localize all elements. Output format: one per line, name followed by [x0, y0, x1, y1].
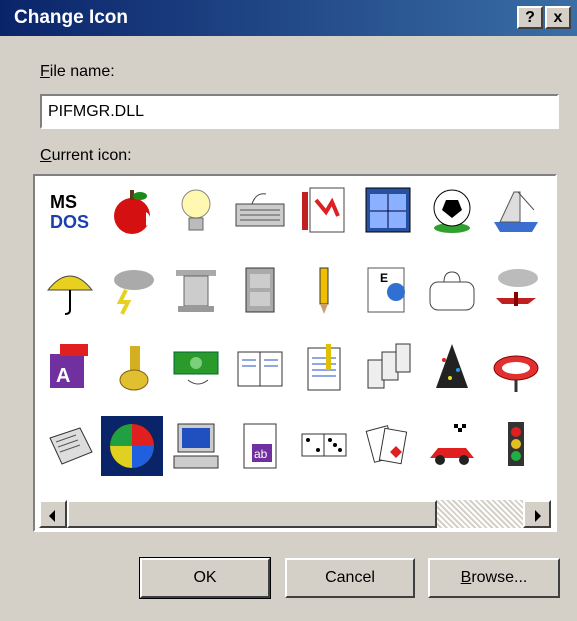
- icon-option[interactable]: [421, 416, 483, 476]
- dice-icon: [301, 433, 347, 457]
- icon-option[interactable]: [165, 260, 227, 320]
- msdos-icon: MSDOS: [48, 190, 92, 232]
- umbrella-icon: [46, 275, 94, 315]
- airplane-icon: [496, 269, 538, 306]
- icon-option[interactable]: [101, 338, 163, 398]
- horizontal-scrollbar[interactable]: [39, 500, 551, 528]
- scroll-left-button[interactable]: [39, 500, 67, 528]
- icon-option[interactable]: MS DOS: [39, 180, 101, 240]
- icon-option[interactable]: [357, 338, 419, 398]
- arrow-left-icon: [49, 510, 55, 522]
- icon-option[interactable]: [485, 416, 547, 476]
- party-hat-icon: [436, 344, 468, 388]
- icon-option[interactable]: [357, 180, 419, 240]
- paint-document-icon: [302, 187, 345, 233]
- browse-label: Browse...: [460, 569, 528, 586]
- file-name-input[interactable]: [40, 94, 559, 129]
- icon-option[interactable]: ab: [229, 416, 291, 476]
- cancel-label: Cancel: [325, 569, 375, 586]
- beach-ball-icon: [109, 423, 155, 469]
- ok-button[interactable]: OK: [139, 557, 271, 599]
- icon-option[interactable]: [293, 338, 355, 398]
- notepad-icon: [307, 344, 341, 391]
- arrow-right-icon: [535, 510, 541, 522]
- playing-cards-icon: [365, 425, 408, 465]
- newspaper-icon: [49, 427, 93, 465]
- dialog-title: Change Icon: [14, 7, 129, 28]
- icon-option[interactable]: [485, 338, 547, 398]
- traffic-light-icon: [508, 422, 524, 466]
- file-name-label: File name:: [40, 63, 115, 80]
- icon-option[interactable]: [293, 416, 355, 476]
- doctor-bag-icon: [429, 271, 475, 311]
- icon-option[interactable]: [165, 180, 227, 240]
- ok-label: OK: [193, 569, 217, 586]
- dominoes-icon: [367, 343, 411, 389]
- svg-text:DOS: DOS: [50, 212, 89, 232]
- icon-option[interactable]: [421, 260, 483, 320]
- column-icon: [176, 270, 216, 312]
- close-button[interactable]: x: [545, 6, 571, 29]
- icon-option[interactable]: [165, 338, 227, 398]
- icon-option[interactable]: [293, 180, 355, 240]
- cancel-button[interactable]: Cancel: [285, 558, 415, 598]
- icon-option[interactable]: [485, 180, 547, 240]
- icon-option[interactable]: [39, 260, 101, 320]
- window-icon: [365, 187, 411, 233]
- icon-option[interactable]: [485, 260, 547, 320]
- icon-option[interactable]: [101, 180, 163, 240]
- toy-block-icon: A: [50, 344, 88, 388]
- icon-option[interactable]: [101, 260, 163, 320]
- change-icon-dialog: Change Icon ? x File name: Current icon:…: [0, 0, 577, 621]
- current-icon-label: Current icon:: [40, 147, 132, 164]
- apple-icon: [114, 190, 151, 234]
- help-icon: ?: [525, 9, 535, 26]
- scroll-track[interactable]: [437, 500, 523, 528]
- icon-option[interactable]: [229, 260, 291, 320]
- icon-option[interactable]: [293, 260, 355, 320]
- tuba-icon: [119, 346, 149, 391]
- pencil-icon: [319, 267, 329, 314]
- title-bar[interactable]: Change Icon ? x: [0, 0, 577, 36]
- icon-list[interactable]: MS DOS E Aab: [33, 174, 557, 532]
- book-icon: [237, 351, 283, 387]
- eye-chart-icon: E: [367, 267, 405, 313]
- scroll-right-button[interactable]: [523, 500, 551, 528]
- icon-option[interactable]: [39, 416, 101, 476]
- close-icon: x: [553, 9, 563, 26]
- icon-option[interactable]: [357, 416, 419, 476]
- soccer-ball-icon: [433, 189, 471, 233]
- icon-option[interactable]: [101, 416, 163, 476]
- svg-text:E: E: [380, 271, 388, 285]
- icon-option[interactable]: [229, 338, 291, 398]
- scroll-thumb[interactable]: [67, 500, 437, 528]
- svg-text:A: A: [56, 365, 70, 387]
- icon-option[interactable]: A: [39, 338, 101, 398]
- storm-cloud-icon: [114, 270, 154, 315]
- svg-text:ab: ab: [254, 447, 268, 461]
- icon-option[interactable]: [421, 338, 483, 398]
- raft-icon: [493, 355, 539, 392]
- money-icon: [173, 351, 219, 385]
- ship-icon: [494, 191, 538, 232]
- browse-button[interactable]: Browse...: [428, 558, 560, 598]
- icon-option[interactable]: [421, 180, 483, 240]
- help-button[interactable]: ?: [517, 6, 543, 29]
- keyboard-icon: [235, 193, 285, 227]
- icon-option[interactable]: [165, 416, 227, 476]
- computer-icon: [173, 423, 219, 469]
- svg-text:MS: MS: [50, 192, 77, 212]
- text-document-icon: ab: [243, 423, 277, 469]
- icon-option[interactable]: [229, 180, 291, 240]
- icon-option[interactable]: E: [357, 260, 419, 320]
- lightbulb-icon: [181, 189, 211, 231]
- race-car-icon: [430, 424, 474, 465]
- file-cabinet-icon: [245, 267, 275, 313]
